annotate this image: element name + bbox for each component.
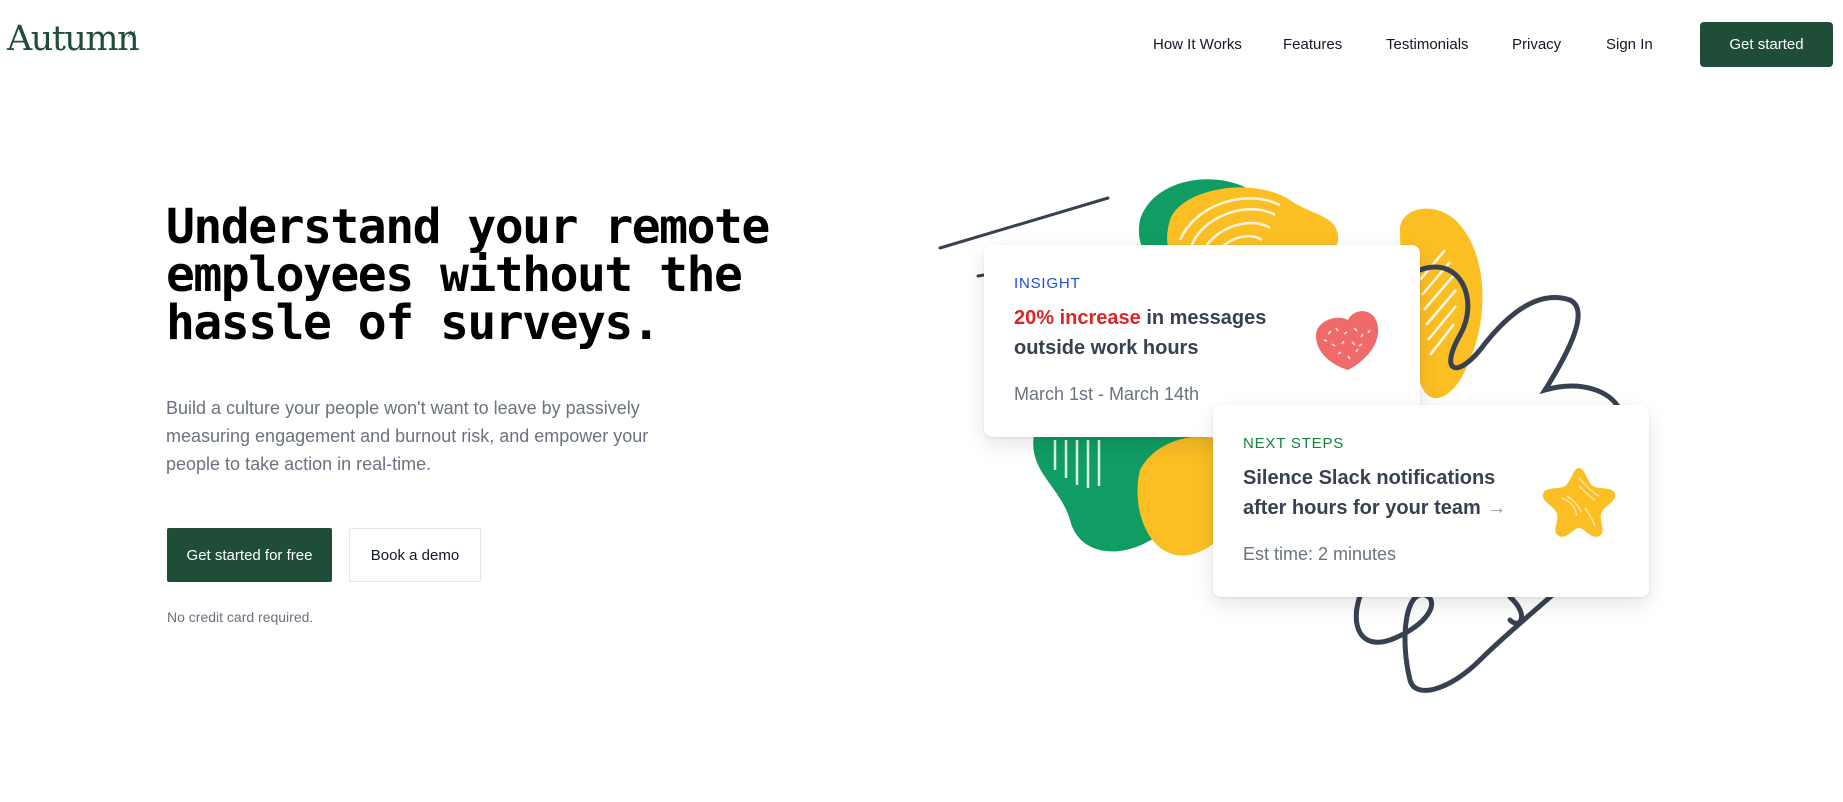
next-steps-text: Silence Slack notifications after hours … — [1243, 463, 1523, 523]
heart-icon — [1316, 311, 1379, 370]
hero-title: Understand your remote employees without… — [166, 199, 770, 351]
insight-text: 20% increase in messages outside work ho… — [1014, 303, 1294, 363]
next-steps-label: NEXT STEPS — [1243, 435, 1345, 452]
insight-highlight: 20% increase — [1014, 307, 1141, 329]
next-steps-text-main: Silence Slack notifications after hours … — [1243, 467, 1496, 519]
arrow-right-icon: → — [1486, 497, 1507, 519]
scribble-loop-bottom-2 — [1507, 594, 1524, 626]
nav-link-testimonials[interactable]: Testimonials — [1386, 36, 1469, 53]
top-nav: Autumn AI How It Works Features Testimon… — [0, 0, 1843, 90]
no-credit-card-note: No credit card required. — [167, 609, 314, 625]
get-started-button[interactable]: Get started — [1700, 22, 1833, 67]
star-icon — [1542, 468, 1616, 537]
hero-subtitle: Build a culture your people won't want t… — [166, 398, 649, 474]
scribble-line-top — [938, 196, 1110, 250]
next-steps-estimate: Est time: 2 minutes — [1243, 544, 1397, 564]
insight-label: INSIGHT — [1014, 275, 1081, 292]
nav-link-features[interactable]: Features — [1283, 36, 1342, 53]
book-demo-button[interactable]: Book a demo — [349, 528, 481, 582]
nav-link-sign-in[interactable]: Sign In — [1606, 36, 1653, 53]
get-started-free-button[interactable]: Get started for free — [167, 528, 332, 582]
next-steps-card[interactable]: NEXT STEPS Silence Slack notifications a… — [1213, 405, 1649, 597]
nav-link-privacy[interactable]: Privacy — [1512, 36, 1561, 53]
nav-link-how-it-works[interactable]: How It Works — [1153, 36, 1242, 53]
logo[interactable]: Autumn — [7, 22, 140, 57]
logo-superscript: AI — [128, 30, 136, 39]
insight-date-range: March 1st - March 14th — [1014, 384, 1200, 404]
